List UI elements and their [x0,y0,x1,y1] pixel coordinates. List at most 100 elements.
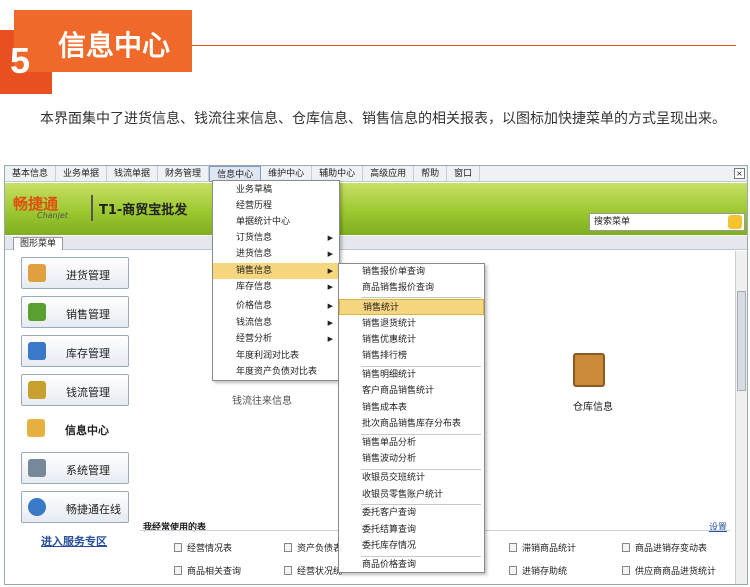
report-icon [174,566,182,575]
menu-item-business-history[interactable]: 经营历程 [213,198,339,214]
sidebar-item-cashflow[interactable]: 钱流管理 [21,374,129,406]
report-icon [622,566,630,575]
report-icon [622,543,630,552]
submenu-arrow-icon: ▶ [327,283,333,291]
sales-info-submenu: 销售报价单查询 商品销售报价查询 销售统计 销售退货统计 销售优惠统计 销售排行… [338,263,485,573]
submenu-arrow-icon: ▶ [327,250,333,258]
section-divider [192,45,736,46]
submenu-item[interactable]: 收银员零售账户统计 [339,487,484,503]
service-zone-link[interactable]: 进入服务专区 [41,533,107,549]
menu-finance[interactable]: 财务管理 [158,166,210,182]
submenu-arrow-icon: ▶ [327,302,333,310]
menu-item-purchase-info[interactable]: 进货信息 ▶ [213,246,339,262]
menu-item-stock-info[interactable]: 库存信息 ▶ [213,279,339,295]
menu-window[interactable]: 窗口 [447,166,481,182]
frequent-report-item[interactable]: 滞销商品统计 [509,541,576,554]
search-menu-label: 搜索菜单 [594,217,631,227]
submenu-item[interactable]: 销售退货统计 [339,316,484,332]
frequent-report-item[interactable]: 进销存助统 [509,564,567,577]
logo-separator [91,195,93,221]
menu-cash-docs[interactable]: 钱流单据 [107,166,159,182]
submenu-item[interactable]: 收银员交班统计 [339,470,484,486]
submenu-item[interactable]: 委托客户查询 [339,505,484,521]
menu-business-docs[interactable]: 业务单据 [56,166,108,182]
logo-subtitle: Chanjet [37,211,68,220]
submenu-arrow-icon: ▶ [327,319,333,327]
submenu-item[interactable]: 委托库存情况 [339,538,484,554]
section-description: 本界面集中了进货信息、钱流往来信息、仓库信息、销售信息的相关报表，以图标加快捷菜… [40,111,726,127]
frequent-settings-link[interactable]: 设置 [709,520,727,533]
menu-item-doc-stats-center[interactable]: 单据统计中心 [213,214,339,230]
warehouse-info-label[interactable]: 仓库信息 [573,398,613,413]
frequent-report-item[interactable]: 经营情况表 [174,541,232,554]
submenu-item[interactable]: 销售报价单查询 [339,264,484,280]
sidebar: 进货管理 销售管理 库存管理 钱流管理 信息中心 系统管理 畅捷通在线 进入服务… [5,251,133,584]
submenu-item[interactable]: 客户商品销售统计 [339,383,484,399]
sidebar-item-purchase[interactable]: 进货管理 [21,257,129,289]
menu-item-order-info[interactable]: 订货信息 ▶ [213,230,339,246]
search-menu-field[interactable]: 搜索菜单 [589,213,745,231]
tab-graphic-menu[interactable]: 图形菜单 [13,237,64,250]
menu-help[interactable]: 帮助 [414,166,448,182]
menu-basic-info[interactable]: 基本信息 [5,166,57,182]
sidebar-item-label: 库存管理 [66,347,110,360]
system-icon [28,459,46,477]
frequent-report-item[interactable]: 经营状况统 [284,564,342,577]
sidebar-item-label: 销售管理 [66,308,110,321]
submenu-item[interactable]: 商品销售报价查询 [339,280,484,296]
sidebar-item-label: 钱流管理 [66,386,110,399]
submenu-item[interactable]: 销售波动分析 [339,451,484,467]
submenu-item-highlighted[interactable]: 销售统计 [339,299,484,315]
sidebar-item-inventory[interactable]: 库存管理 [21,335,129,367]
scrollbar[interactable] [735,251,747,584]
globe-icon [28,498,46,516]
submenu-item[interactable]: 商品价格查询 [339,557,484,573]
frequent-reports-title: 我经常使用的表 [143,523,207,533]
sidebar-item-info-center[interactable]: 信息中心 [21,413,129,445]
report-icon [509,566,517,575]
menu-item-annual-profit[interactable]: 年度利润对比表 [213,348,339,364]
section-title: 信息中心 [58,29,171,62]
submenu-item[interactable]: 委托结算查询 [339,522,484,538]
menu-advanced[interactable]: 高级应用 [363,166,415,182]
sidebar-item-label: 畅捷通在线 [66,503,121,516]
menu-item-business-analysis[interactable]: 经营分析 ▶ [213,331,339,347]
grid-icon [28,342,46,360]
report-icon [284,543,292,552]
submenu-item[interactable]: 销售排行榜 [339,348,484,364]
warehouse-icon[interactable] [573,353,605,387]
menu-separator [361,297,481,298]
sidebar-item-label: 进货管理 [66,269,110,282]
menu-item-business-draft[interactable]: 业务草稿 [213,182,339,198]
submenu-arrow-icon: ▶ [327,335,333,343]
section-number: 5 [10,40,31,81]
frequent-report-item[interactable]: 资产负债表 [284,541,342,554]
scrollbar-thumb[interactable] [737,291,746,391]
submenu-item[interactable]: 批次商品销售库存分布表 [339,416,484,432]
sidebar-item-system[interactable]: 系统管理 [21,452,129,484]
sidebar-item-label: 系统管理 [66,464,110,477]
submenu-item[interactable]: 销售优惠统计 [339,332,484,348]
cashflow-info-label[interactable]: 钱流往来信息 [232,392,292,407]
menu-item-sales-info[interactable]: 销售信息 ▶ [213,263,339,279]
frequent-report-item[interactable]: 商品相关查询 [174,564,241,577]
app-banner: 畅捷通 Chanjet T1-商贸宝批发 搜索菜单 [5,183,747,235]
frequent-report-item[interactable]: 供应商商品进货统计 [622,564,716,577]
menu-item-price-info[interactable]: 价格信息 ▶ [213,298,339,314]
submenu-item[interactable]: 销售明细统计 [339,367,484,383]
sidebar-item-sales[interactable]: 销售管理 [21,296,129,328]
sidebar-item-label: 信息中心 [65,424,109,437]
submenu-item[interactable]: 销售成本表 [339,400,484,416]
menu-item-annual-balance[interactable]: 年度资产负债对比表 [213,364,339,380]
basket-icon [28,303,46,321]
close-icon[interactable]: × [734,168,745,179]
frequent-report-item[interactable]: 商品进销存变动表 [622,541,707,554]
search-icon[interactable] [728,215,742,229]
abacus-icon [28,381,46,399]
info-folder-icon [27,419,45,437]
submenu-item[interactable]: 销售单品分析 [339,435,484,451]
cart-icon [28,264,46,282]
menu-item-cashflow-info[interactable]: 钱流信息 ▶ [213,315,339,331]
sidebar-item-online[interactable]: 畅捷通在线 [21,491,129,523]
submenu-arrow-icon: ▶ [327,234,333,242]
